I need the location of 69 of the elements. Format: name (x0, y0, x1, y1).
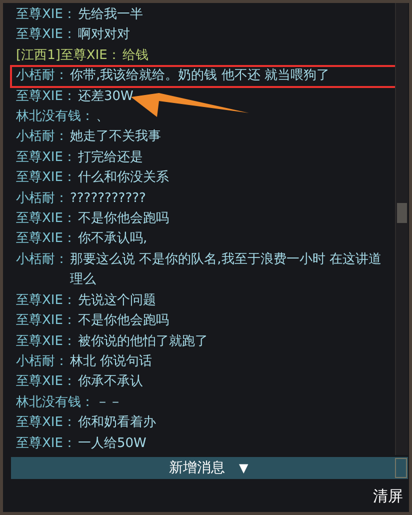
sender-name: 至尊XIE (16, 88, 63, 106)
message-text: ??????????? (70, 190, 147, 208)
colon: ： (55, 250, 68, 269)
message-text: 不是你他会跑吗 (78, 210, 170, 228)
colon: ： (62, 6, 76, 24)
sender-name: 小栝耐 (16, 67, 55, 86)
message-text: 不是你他会跑吗 (78, 312, 170, 330)
message-text: 还差30W (78, 88, 134, 106)
colon: ： (62, 230, 76, 248)
colon: ： (62, 169, 76, 188)
sender-name: 至尊XIE (16, 6, 63, 24)
scrollbar[interactable] (395, 3, 408, 455)
message-text: －－ (96, 394, 123, 412)
sender-name: 小栝耐 (16, 352, 55, 371)
colon: ： (81, 394, 94, 412)
message-text: 给钱 (122, 46, 150, 65)
sender-name: 至尊XIE (16, 210, 63, 228)
down-arrow-icon: ▼ (239, 461, 248, 475)
colon: ： (55, 190, 68, 208)
colon: ： (62, 210, 76, 228)
colon: ： (107, 46, 120, 65)
message-text: 你和奶看着办 (78, 414, 157, 432)
message-text: 、 (96, 108, 110, 126)
message-text: 先说这个问题 (78, 292, 157, 310)
message-text: 啊对对对 (78, 26, 131, 44)
sender-name: 至尊XIE (16, 292, 63, 310)
colon: ： (55, 352, 68, 371)
sender-name: 至尊XIE (16, 26, 63, 44)
sender-name: 至尊XIE (16, 312, 63, 330)
message-text: 那要这么说 不是你的队名,我至于浪费一小时 在这讲道理么 (70, 250, 382, 290)
sender-name: [江西1]至尊XIE (16, 46, 108, 65)
colon: ： (62, 434, 76, 453)
new-messages-label: 新增消息 (169, 459, 225, 477)
message-text: 什么和你没关系 (78, 169, 170, 188)
sender-name: 小栝耐 (16, 128, 55, 146)
message-text: 打完给还是 (78, 148, 144, 167)
sender-name: 至尊XIE (16, 230, 63, 248)
sender-name: 至尊XIE (16, 332, 63, 350)
message-text: 你不承认吗, (78, 230, 148, 248)
sender-name: 至尊XIE (16, 434, 63, 453)
colon: ： (55, 67, 68, 86)
sender-name: 至尊XIE (16, 414, 63, 432)
message-text: 你带,我该给就给。奶的钱 他不还 就当喂狗了 (70, 67, 330, 86)
colon: ： (62, 292, 76, 310)
sender-name: 林北没有钱 (16, 394, 81, 412)
message-text: 一人给50W (78, 434, 148, 453)
colon: ： (55, 128, 68, 146)
colon: ： (62, 414, 76, 432)
message-text: 林北 你说句话 (70, 352, 154, 371)
new-messages-bar[interactable]: 新增消息 ▼ (11, 457, 408, 479)
message-text: 你承不承认 (78, 373, 144, 392)
sender-name: 至尊XIE (16, 169, 63, 188)
message-text: 被你说的他怕了就跑了 (78, 332, 209, 350)
colon: ： (81, 108, 94, 126)
colon: ： (62, 26, 76, 44)
colon: ： (62, 88, 76, 106)
colon: ： (62, 332, 76, 350)
sender-name: 至尊XIE (16, 148, 63, 167)
message-text: 她走了不关我事 (70, 128, 162, 146)
colon: ： (62, 373, 76, 392)
message-text: 先给我一半 (78, 6, 144, 24)
sender-name: 林北没有钱 (16, 108, 81, 126)
colon: ： (62, 148, 76, 167)
colon: ： (62, 312, 76, 330)
sender-name: 小栝耐 (16, 190, 55, 208)
scrollbar-thumb[interactable] (397, 203, 407, 223)
clear-screen-button[interactable]: 清屏 (371, 485, 405, 508)
sender-name: 至尊XIE (16, 373, 63, 392)
sender-name: 小栝耐 (16, 250, 55, 269)
